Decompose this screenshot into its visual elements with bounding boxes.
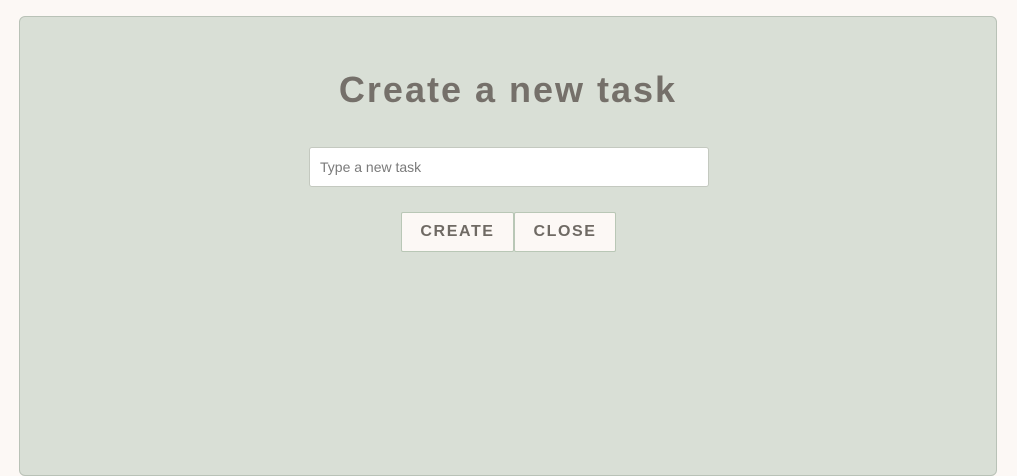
create-task-modal: Create a new task CREATE CLOSE [19,16,997,476]
modal-title: Create a new task [338,69,678,110]
create-button[interactable]: CREATE [401,212,514,252]
new-task-input[interactable] [309,147,709,187]
close-button[interactable]: CLOSE [514,212,616,252]
modal-actions: CREATE CLOSE [401,212,616,252]
